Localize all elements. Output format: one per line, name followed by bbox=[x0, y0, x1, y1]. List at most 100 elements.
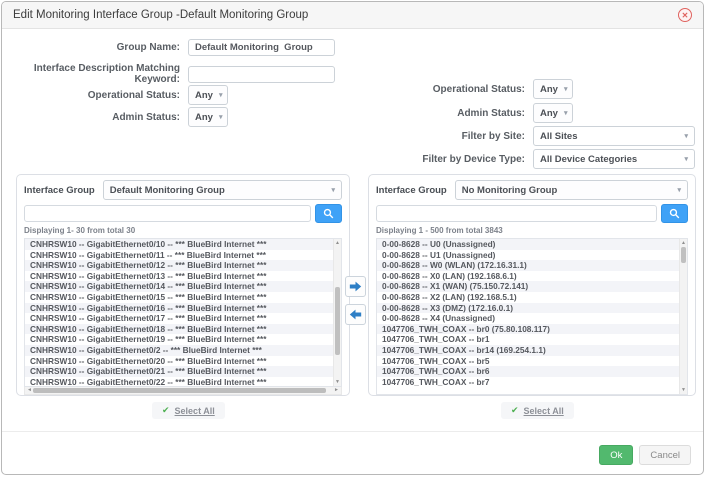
filter-by-device-type-select[interactable]: All Device Categories ▾ bbox=[533, 149, 695, 169]
select-all-label-left: Select All bbox=[175, 406, 215, 416]
interface-list-item[interactable]: 1047706_TWH_COAX -- br1 bbox=[377, 334, 679, 345]
interface-list-item[interactable]: CNHRSW10 -- GigabitEthernet0/13 -- *** B… bbox=[25, 271, 333, 282]
interface-list-item[interactable]: 1047706_TWH_COAX -- br0 (75.80.108.117) bbox=[377, 324, 679, 335]
interface-list-item[interactable]: CNHRSW10 -- GigabitEthernet0/15 -- *** B… bbox=[25, 292, 333, 303]
admin-status-select-right[interactable]: Any ▾ bbox=[533, 103, 573, 123]
interface-list-item[interactable]: 0-00-8628 -- U1 (Unassigned) bbox=[377, 250, 679, 261]
check-icon: ✔ bbox=[162, 405, 170, 416]
search-input-right[interactable] bbox=[376, 205, 657, 222]
filter-by-site-label: Filter by Site: bbox=[355, 131, 533, 142]
admin-status-value-right: Any bbox=[540, 108, 558, 119]
interface-list-item[interactable]: 0-00-8628 -- X0 (LAN) (192.168.6.1) bbox=[377, 271, 679, 282]
search-icon bbox=[669, 208, 680, 219]
interface-list-item[interactable]: CNHRSW10 -- GigabitEthernet0/19 -- *** B… bbox=[25, 334, 333, 345]
interface-group-label-left: Interface Group bbox=[24, 185, 95, 196]
admin-status-select-left[interactable]: Any ▾ bbox=[188, 107, 228, 127]
interface-list-item[interactable]: 0-00-8628 -- X2 (LAN) (192.168.5.1) bbox=[377, 292, 679, 303]
vertical-scrollbar-left[interactable]: ▲ ▼ bbox=[333, 239, 341, 386]
move-left-button[interactable] bbox=[345, 304, 366, 325]
interface-list-item[interactable]: CNHRSW10 -- GigabitEthernet0/11 -- *** B… bbox=[25, 250, 333, 261]
scroll-down-icon[interactable]: ▼ bbox=[680, 387, 687, 393]
interface-list-item[interactable]: 0-00-8628 -- X3 (DMZ) (172.16.0.1) bbox=[377, 303, 679, 314]
interface-list-item[interactable]: 1047706_TWH_COAX -- br5 bbox=[377, 356, 679, 367]
check-icon: ✔ bbox=[511, 405, 519, 416]
interface-list-item[interactable]: CNHRSW10 -- GigabitEthernet0/17 -- *** B… bbox=[25, 313, 333, 324]
edit-monitoring-interface-group-dialog: Edit Monitoring Interface Group -Default… bbox=[1, 1, 704, 475]
scroll-right-icon[interactable]: ► bbox=[334, 387, 339, 394]
interface-list-item[interactable]: CNHRSW10 -- GigabitEthernet0/22 -- *** B… bbox=[25, 377, 333, 386]
group-name-input[interactable] bbox=[188, 39, 335, 56]
arrow-left-icon bbox=[349, 308, 362, 321]
interface-group-value-left: Default Monitoring Group bbox=[110, 185, 225, 196]
operational-status-select-left[interactable]: Any ▾ bbox=[188, 85, 228, 105]
interface-list-item[interactable]: CNHRSW10 -- GigabitEthernet0/21 -- *** B… bbox=[25, 366, 333, 377]
scroll-left-icon[interactable]: ◄ bbox=[27, 387, 32, 394]
ok-button[interactable]: Ok bbox=[599, 445, 633, 465]
operational-status-value-left: Any bbox=[195, 90, 213, 101]
scrollbar-thumb[interactable] bbox=[681, 247, 686, 263]
select-all-button-left[interactable]: ✔ Select All bbox=[152, 402, 225, 419]
chevron-down-icon: ▾ bbox=[678, 132, 688, 140]
cancel-button[interactable]: Cancel bbox=[639, 445, 691, 465]
interface-list-item[interactable]: CNHRSW10 -- GigabitEthernet0/14 -- *** B… bbox=[25, 281, 333, 292]
interface-list-item[interactable]: CNHRSW10 -- GigabitEthernet0/18 -- *** B… bbox=[25, 324, 333, 335]
keyword-input[interactable] bbox=[188, 66, 335, 83]
interface-list-item[interactable]: 1047706_TWH_COAX -- br7 bbox=[377, 377, 679, 388]
search-button-right[interactable] bbox=[661, 204, 688, 223]
interface-list-item[interactable]: 0-00-8628 -- X1 (WAN) (75.150.72.141) bbox=[377, 281, 679, 292]
dialog-title: Edit Monitoring Interface Group -Default… bbox=[13, 9, 308, 21]
close-icon[interactable]: ✕ bbox=[678, 8, 692, 22]
operational-status-select-right[interactable]: Any ▾ bbox=[533, 79, 573, 99]
interface-list-item[interactable]: 0-00-8628 -- X4 (Unassigned) bbox=[377, 313, 679, 324]
vertical-scrollbar-right[interactable]: ▲ ▼ bbox=[679, 239, 687, 394]
interface-group-value-right: No Monitoring Group bbox=[462, 185, 558, 196]
keyword-label: Interface Description Matching Keyword: bbox=[2, 63, 188, 85]
scroll-up-icon[interactable]: ▲ bbox=[680, 240, 687, 246]
scroll-down-icon[interactable]: ▼ bbox=[334, 379, 341, 385]
displaying-text-right: Displaying 1 - 500 from total 3843 bbox=[376, 226, 688, 236]
interface-list-container-left: CNHRSW10 -- GigabitEthernet0/10 -- *** B… bbox=[24, 238, 342, 387]
horizontal-scrollbar-left[interactable]: ◄ ► bbox=[24, 387, 342, 395]
interface-list-container-right: 0-00-8628 -- U0 (Unassigned)0-00-8628 --… bbox=[376, 238, 688, 395]
operational-status-label-right: Operational Status: bbox=[355, 84, 533, 95]
select-all-button-right[interactable]: ✔ Select All bbox=[501, 402, 574, 419]
chevron-down-icon: ▾ bbox=[558, 109, 568, 117]
interface-list-item[interactable]: 0-00-8628 -- W0 (WLAN) (172.16.31.1) bbox=[377, 260, 679, 271]
interface-group-select-right[interactable]: No Monitoring Group ▾ bbox=[455, 180, 688, 200]
search-icon bbox=[323, 208, 334, 219]
chevron-down-icon: ▾ bbox=[558, 85, 568, 93]
filter-by-site-select[interactable]: All Sites ▾ bbox=[533, 126, 695, 146]
interface-list-item[interactable]: CNHRSW10 -- GigabitEthernet0/20 -- *** B… bbox=[25, 356, 333, 367]
select-all-label-right: Select All bbox=[524, 406, 564, 416]
interface-list-item[interactable]: CNHRSW10 -- GigabitEthernet0/16 -- *** B… bbox=[25, 303, 333, 314]
filter-by-device-type-value: All Device Categories bbox=[540, 154, 637, 165]
source-interfaces-panel: Interface Group Default Monitoring Group… bbox=[16, 174, 350, 396]
interface-list-item[interactable]: 1047706_TWH_COAX -- br14 (169.254.1.1) bbox=[377, 345, 679, 356]
dialog-footer: Ok Cancel bbox=[2, 431, 703, 474]
scrollbar-thumb[interactable] bbox=[335, 287, 340, 355]
group-name-label: Group Name: bbox=[2, 42, 188, 53]
interface-list-item[interactable]: 0-00-8628 -- U0 (Unassigned) bbox=[377, 239, 679, 250]
admin-status-value-left: Any bbox=[195, 112, 213, 123]
interface-group-select-left[interactable]: Default Monitoring Group ▾ bbox=[103, 180, 342, 200]
transfer-controls bbox=[345, 276, 367, 332]
chevron-down-icon: ▾ bbox=[678, 155, 688, 163]
target-interfaces-panel: Interface Group No Monitoring Group ▾ Di… bbox=[368, 174, 696, 396]
interface-list-item[interactable]: CNHRSW10 -- GigabitEthernet0/10 -- *** B… bbox=[25, 239, 333, 250]
interface-list-right: 0-00-8628 -- U0 (Unassigned)0-00-8628 --… bbox=[377, 239, 679, 394]
interface-list-item[interactable]: CNHRSW10 -- GigabitEthernet0/2 -- *** Bl… bbox=[25, 345, 333, 356]
search-button-left[interactable] bbox=[315, 204, 342, 223]
move-right-button[interactable] bbox=[345, 276, 366, 297]
interface-list-item[interactable]: CNHRSW10 -- GigabitEthernet0/12 -- *** B… bbox=[25, 260, 333, 271]
filter-by-device-type-label: Filter by Device Type: bbox=[355, 154, 533, 165]
search-input-left[interactable] bbox=[24, 205, 311, 222]
interface-list-left: CNHRSW10 -- GigabitEthernet0/10 -- *** B… bbox=[25, 239, 333, 386]
admin-status-label-left: Admin Status: bbox=[2, 112, 188, 123]
displaying-text-left: Displaying 1- 30 from total 30 bbox=[24, 226, 342, 236]
chevron-down-icon: ▾ bbox=[671, 186, 681, 194]
interface-list-item[interactable]: 1047706_TWH_COAX -- br6 bbox=[377, 366, 679, 377]
filter-by-site-value: All Sites bbox=[540, 131, 578, 142]
interface-group-label-right: Interface Group bbox=[376, 185, 447, 196]
scroll-up-icon[interactable]: ▲ bbox=[334, 240, 341, 246]
scrollbar-thumb[interactable] bbox=[33, 388, 326, 393]
